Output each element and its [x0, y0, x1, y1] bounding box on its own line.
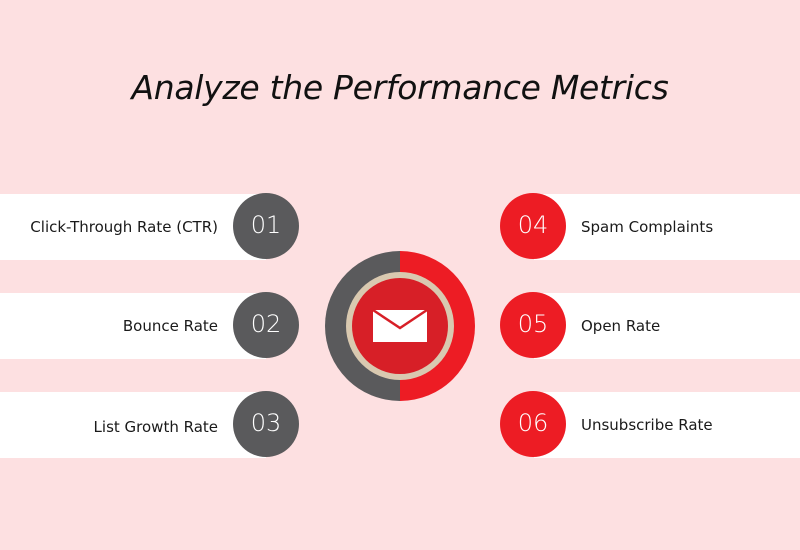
item-label: Spam Complaints — [581, 218, 714, 236]
item-number-badge: 03 — [233, 391, 299, 457]
item-label: Bounce Rate — [122, 317, 218, 335]
item-number-badge: 05 — [500, 292, 566, 358]
item-number-badge: 06 — [500, 391, 566, 457]
item-band — [534, 293, 800, 359]
page-title: Analyze the Performance Metrics — [131, 68, 669, 107]
item-number-badge: 02 — [233, 292, 299, 358]
item-label: List Growth Rate — [93, 418, 218, 436]
item-label: Open Rate — [581, 317, 661, 335]
envelope-icon — [372, 308, 428, 342]
item-label: Click-Through Rate (CTR) — [30, 218, 218, 236]
center-hub — [325, 251, 475, 401]
item-label: Unsubscribe Rate — [581, 416, 713, 434]
item-number-badge: 04 — [500, 193, 566, 259]
item-number-badge: 01 — [233, 193, 299, 259]
